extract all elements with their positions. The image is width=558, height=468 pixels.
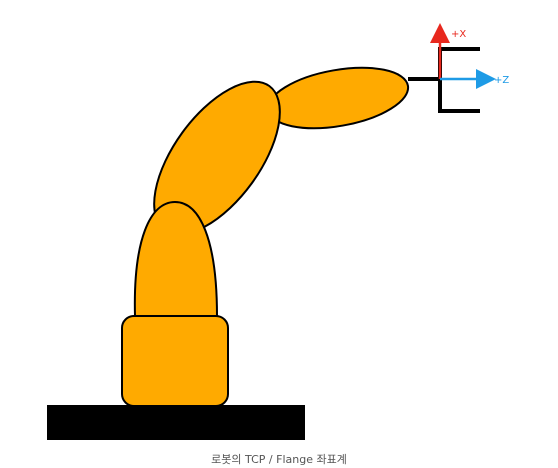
diagram-caption: 로봇의 TCP / Flange 좌표계 [211, 453, 347, 466]
robot-base-block [121, 315, 229, 407]
robot-ground-base [47, 405, 305, 440]
x-axis-label: +X [451, 29, 466, 40]
upper-arm-link [266, 66, 410, 130]
robot-arm-diagram: +X +Z [47, 23, 509, 440]
z-axis-label: +Z [494, 75, 509, 86]
